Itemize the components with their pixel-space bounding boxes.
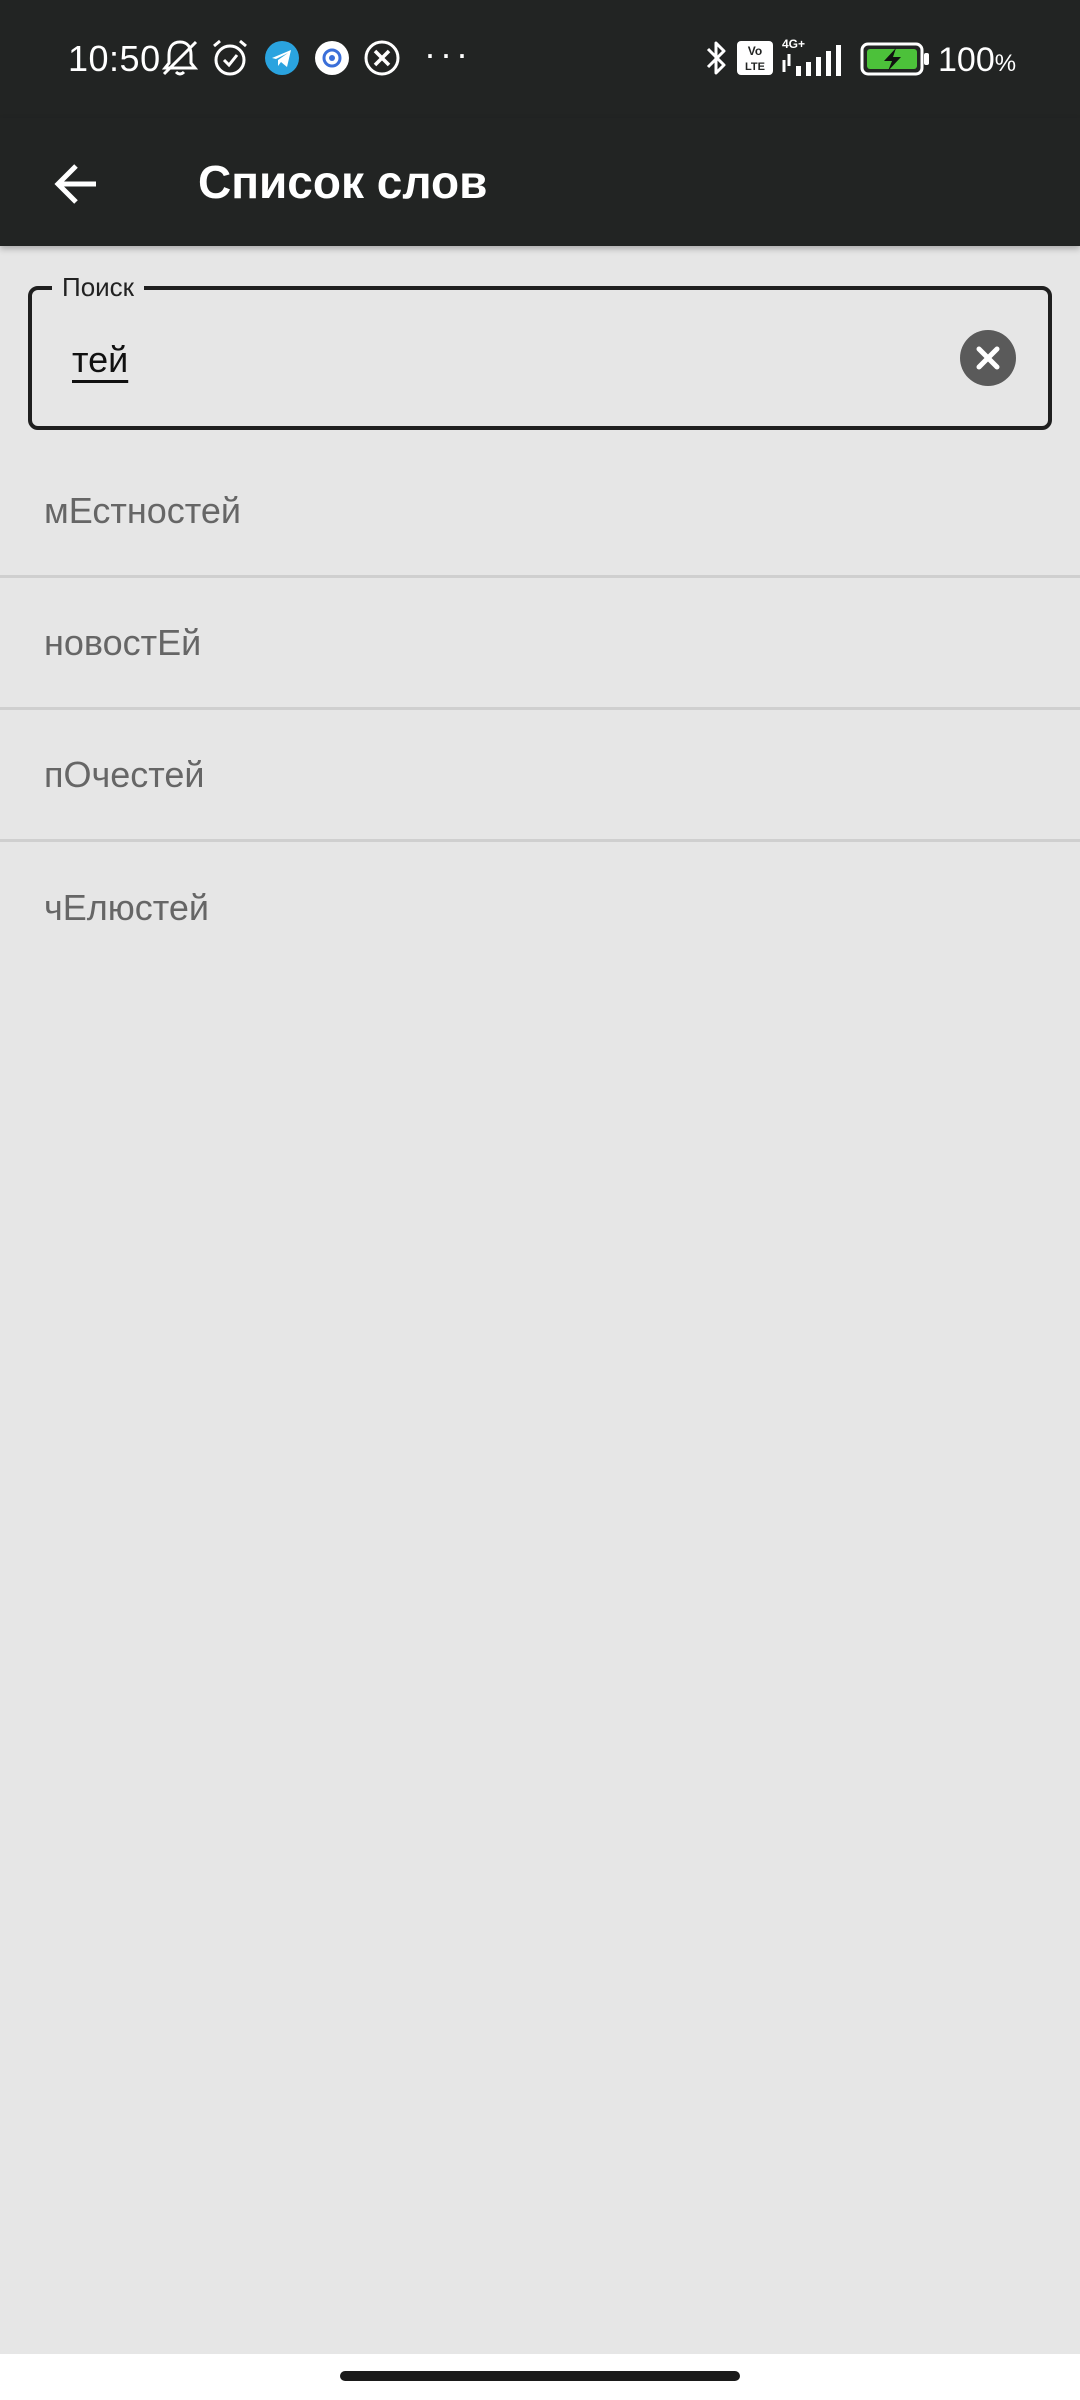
- status-time: 10:50: [68, 38, 161, 79]
- close-circle-icon: [364, 40, 400, 76]
- list-item[interactable]: чЕлюстей: [0, 842, 1080, 974]
- navigation-bar: [0, 2354, 1080, 2400]
- signal-icon: 4G+: [782, 37, 841, 76]
- battery-level: 100: [938, 41, 995, 79]
- more-dots-icon: ···: [424, 33, 472, 74]
- list-item[interactable]: мЕстностей: [0, 446, 1080, 578]
- battery-percentage: 100%: [938, 38, 1016, 86]
- battery-unit: %: [994, 50, 1017, 77]
- clear-search-button[interactable]: [960, 330, 1016, 386]
- arrow-left-icon: [54, 164, 96, 204]
- word-list: мЕстностей новостЕй пОчестей чЕлюстей: [0, 446, 1080, 974]
- list-item[interactable]: новостЕй: [0, 578, 1080, 710]
- app-bar: Список слов: [0, 118, 1080, 246]
- battery-charging-icon: [860, 42, 929, 76]
- svg-text:4G+: 4G+: [782, 37, 805, 51]
- alarm-icon: [213, 39, 247, 76]
- status-bar: 10:50 ··· Vo LTE 4G+ 100%: [0, 0, 1080, 118]
- bell-off-icon: [161, 40, 199, 76]
- search-label: Поиск: [52, 272, 145, 302]
- list-item[interactable]: пОчестей: [0, 710, 1080, 842]
- clear-circle-icon: [976, 346, 1000, 370]
- bluetooth-icon: [706, 41, 726, 75]
- back-button[interactable]: [28, 136, 124, 232]
- svg-text:LTE: LTE: [745, 61, 765, 73]
- home-indicator[interactable]: [340, 2371, 740, 2381]
- gear-app-icon: [315, 41, 349, 75]
- telegram-icon: [265, 41, 299, 75]
- page-title: Список слов: [198, 156, 488, 208]
- search-input[interactable]: [72, 330, 932, 390]
- svg-text:Vo: Vo: [748, 44, 762, 58]
- volte-icon: Vo LTE: [737, 41, 773, 75]
- search-field[interactable]: Поиск: [28, 272, 1052, 430]
